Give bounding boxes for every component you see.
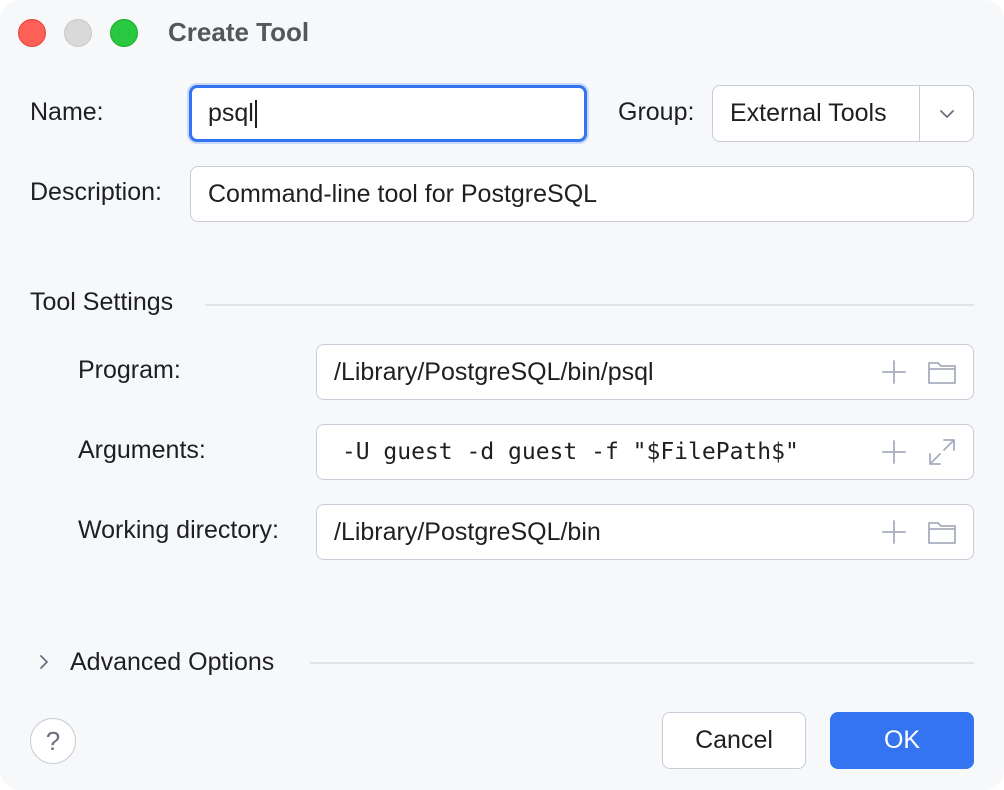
ok-button[interactable]: OK: [830, 712, 974, 769]
name-label: Name:: [30, 98, 104, 126]
close-window-button[interactable]: [18, 19, 46, 47]
help-icon: ?: [45, 725, 61, 756]
description-input[interactable]: Command-line tool for PostgreSQL: [190, 166, 974, 222]
text-caret: [254, 99, 257, 128]
insert-macro-button[interactable]: [881, 359, 907, 385]
chevron-right-icon: [40, 655, 48, 669]
arguments-value: -U guest -d guest -f "$FilePath$": [328, 439, 799, 465]
advanced-options-toggle[interactable]: Advanced Options: [36, 644, 306, 680]
add-macro-icon: [882, 440, 906, 464]
zoom-window-button[interactable]: [110, 19, 138, 47]
description-label: Description:: [30, 178, 162, 206]
browse-folder-icon: [928, 522, 956, 544]
browse-working-directory-button[interactable]: [927, 519, 957, 545]
browse-folder-icon: [928, 362, 956, 384]
insert-macro-button[interactable]: [881, 519, 907, 545]
tool-settings-heading: Tool Settings: [30, 288, 174, 316]
cancel-button[interactable]: Cancel: [662, 712, 806, 769]
program-input[interactable]: /Library/PostgreSQL/bin/psql: [316, 344, 974, 400]
dialog-title: Create Tool: [168, 17, 310, 47]
description-value: Command-line tool for PostgreSQL: [208, 179, 598, 208]
group-select[interactable]: External Tools: [712, 85, 974, 142]
working-directory-input[interactable]: /Library/PostgreSQL/bin: [316, 504, 974, 560]
help-button[interactable]: ?: [30, 718, 76, 764]
advanced-options-separator: [310, 662, 974, 664]
expand-arguments-button[interactable]: [927, 437, 957, 467]
tool-settings-separator: [205, 304, 974, 306]
name-value: psql: [208, 99, 254, 127]
add-macro-icon: [882, 520, 906, 544]
expand-icon: [929, 439, 955, 465]
arguments-label: Arguments:: [78, 436, 206, 464]
advanced-options-label: Advanced Options: [70, 647, 275, 676]
chevron-down-icon: [939, 109, 954, 118]
insert-macro-button[interactable]: [875, 439, 907, 465]
group-label: Group:: [618, 98, 695, 126]
working-directory-label: Working directory:: [78, 516, 279, 544]
arguments-input[interactable]: -U guest -d guest -f "$FilePath$": [316, 424, 974, 480]
group-selected-value: External Tools: [730, 99, 887, 127]
name-input[interactable]: psql: [189, 85, 587, 142]
working-directory-value: /Library/PostgreSQL/bin: [334, 517, 601, 546]
add-macro-icon: [882, 360, 906, 384]
create-tool-dialog: Create Tool Name: psql Group: External T…: [0, 0, 1004, 790]
minimize-window-button[interactable]: [64, 19, 92, 47]
program-label: Program:: [78, 356, 181, 384]
browse-program-button[interactable]: [927, 359, 957, 385]
program-value: /Library/PostgreSQL/bin/psql: [334, 357, 654, 386]
group-dropdown-button[interactable]: [919, 86, 973, 141]
